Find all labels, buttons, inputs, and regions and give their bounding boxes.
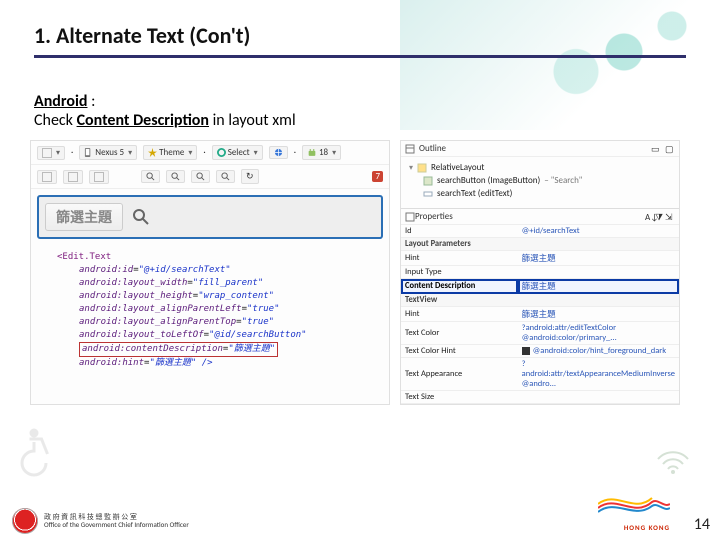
outline-icon: [405, 144, 415, 154]
hk-brand-logo: HONG KONG: [598, 488, 670, 532]
designer-toolbar-1: · Nexus 5 Theme · Select · 18: [31, 141, 389, 165]
edittext-icon: [423, 189, 433, 199]
hk-brand-text: HONG KONG: [598, 523, 670, 532]
key-term: Content Description: [77, 111, 209, 130]
prop-section-textview[interactable]: TextView: [401, 294, 679, 307]
designer-palette-dropdown[interactable]: [37, 146, 65, 160]
prop-row-textcolorhint[interactable]: Text Color Hint@android:color/hint_foreg…: [401, 345, 679, 358]
properties-title: Properties: [415, 211, 453, 222]
sort-az-icon[interactable]: A↓: [645, 212, 655, 222]
page-number: 14: [694, 515, 710, 534]
outline-header: Outline ▭ ▢: [401, 141, 679, 157]
tree-item-searchtext[interactable]: searchText (editText): [409, 187, 673, 200]
org-name: 政 府 資 訊 科 技 總 監 辦 公 室 Office of the Gove…: [44, 513, 189, 528]
designer-panel: · Nexus 5 Theme · Select · 18: [30, 140, 390, 405]
android-api-dropdown[interactable]: 18: [302, 145, 341, 160]
title-underline: [34, 55, 686, 58]
minimize-icon[interactable]: ▭: [651, 144, 661, 154]
outline-properties-panel: Outline ▭ ▢ ▾ RelativeLayout searchButto…: [400, 140, 680, 405]
accessibility-watermark-icon: [10, 421, 70, 486]
zoom-in-button[interactable]: [191, 170, 210, 183]
tree-item-searchbutton[interactable]: searchButton (ImageButton) – "Search": [409, 174, 673, 187]
error-count-badge[interactable]: 7: [372, 171, 383, 182]
zoom-out-button[interactable]: [141, 170, 160, 183]
expand-all-icon[interactable]: ⇲: [665, 212, 675, 222]
slide-footer: 政 府 資 訊 科 技 總 監 辦 公 室 Office of the Gove…: [0, 486, 720, 540]
locale-button[interactable]: [269, 146, 288, 159]
zoom-reset-button[interactable]: [216, 170, 235, 183]
prop-row-textcolor[interactable]: Text Color?android:attr/editTextColor @a…: [401, 322, 679, 345]
properties-icon: [405, 212, 415, 222]
properties-table: Id@+id/searchText Layout Parameters Hint…: [401, 225, 679, 404]
prop-row-textappearance[interactable]: Text Appearance?android:attr/textAppeara…: [401, 358, 679, 391]
layout-icon: [417, 163, 427, 173]
orientation-button[interactable]: [37, 170, 57, 184]
toolbar-sep-icon: ·: [71, 147, 73, 158]
nightmode-button[interactable]: [63, 170, 83, 184]
search-edittext-preview[interactable]: 篩選主題: [45, 203, 123, 231]
prop-row-id[interactable]: Id@+id/searchText: [401, 225, 679, 238]
title-block: 1. Alternate Text (Con't): [34, 22, 686, 58]
toolbar-sep-icon: ·: [203, 147, 205, 158]
platform-label: Android: [34, 92, 87, 111]
device-frame: 篩選主題: [37, 195, 383, 239]
toolbar-sep-icon: ·: [294, 147, 296, 158]
maximize-icon[interactable]: ▢: [665, 144, 675, 154]
prop-row-textsize[interactable]: Text Size: [401, 391, 679, 404]
refresh-button[interactable]: ↻: [241, 169, 259, 184]
properties-section: Properties A↓ ⧩ ⇲ Id@+id/searchText Layo…: [401, 208, 679, 404]
designer-toolbar-2: ↻ 7: [31, 165, 389, 189]
activity-dropdown[interactable]: Select: [212, 145, 263, 160]
theme-dropdown[interactable]: Theme: [143, 145, 197, 160]
wifi-watermark-icon: [656, 449, 690, 480]
gov-logo: 政 府 資 訊 科 技 總 監 辦 公 室 Office of the Gove…: [12, 508, 189, 534]
zoom-fit-button[interactable]: [166, 170, 185, 183]
device-preview-area: 篩選主題: [31, 189, 389, 245]
screenshots-row: · Nexus 5 Theme · Select · 18: [30, 140, 690, 405]
tree-item-relativelayout[interactable]: ▾ RelativeLayout: [409, 161, 673, 174]
filter-icon[interactable]: ⧩: [655, 212, 665, 222]
prop-row-hint[interactable]: Hint篩選主題: [401, 251, 679, 266]
xml-highlight-content-description: android:contentDescription="篩選主題": [79, 342, 278, 357]
xml-source: <Edit.Text android:id="@+id/searchText" …: [31, 245, 389, 380]
device-dropdown[interactable]: Nexus 5: [79, 145, 137, 160]
prop-row-inputtype[interactable]: Input Type: [401, 266, 679, 279]
slide-body: Android : Check Content Description in l…: [34, 92, 296, 130]
prop-row-hint2[interactable]: Hint篩選主題: [401, 307, 679, 322]
search-icon[interactable]: [131, 207, 151, 227]
tree-expand-icon[interactable]: ▾: [409, 163, 413, 173]
outline-tree: ▾ RelativeLayout searchButton (ImageButt…: [401, 157, 679, 208]
prop-row-content-description[interactable]: Content Description篩選主題: [401, 279, 679, 294]
imagebutton-icon: [423, 176, 433, 186]
slide-title: 1. Alternate Text (Con't): [34, 22, 686, 49]
prop-section-layout[interactable]: Layout Parameters: [401, 238, 679, 251]
xml-tag-open: <Edit.Text: [57, 252, 111, 262]
outline-title: Outline: [419, 143, 446, 154]
crest-icon: [12, 508, 38, 534]
decorative-background: [400, 0, 720, 130]
viewport-button[interactable]: [89, 170, 109, 184]
